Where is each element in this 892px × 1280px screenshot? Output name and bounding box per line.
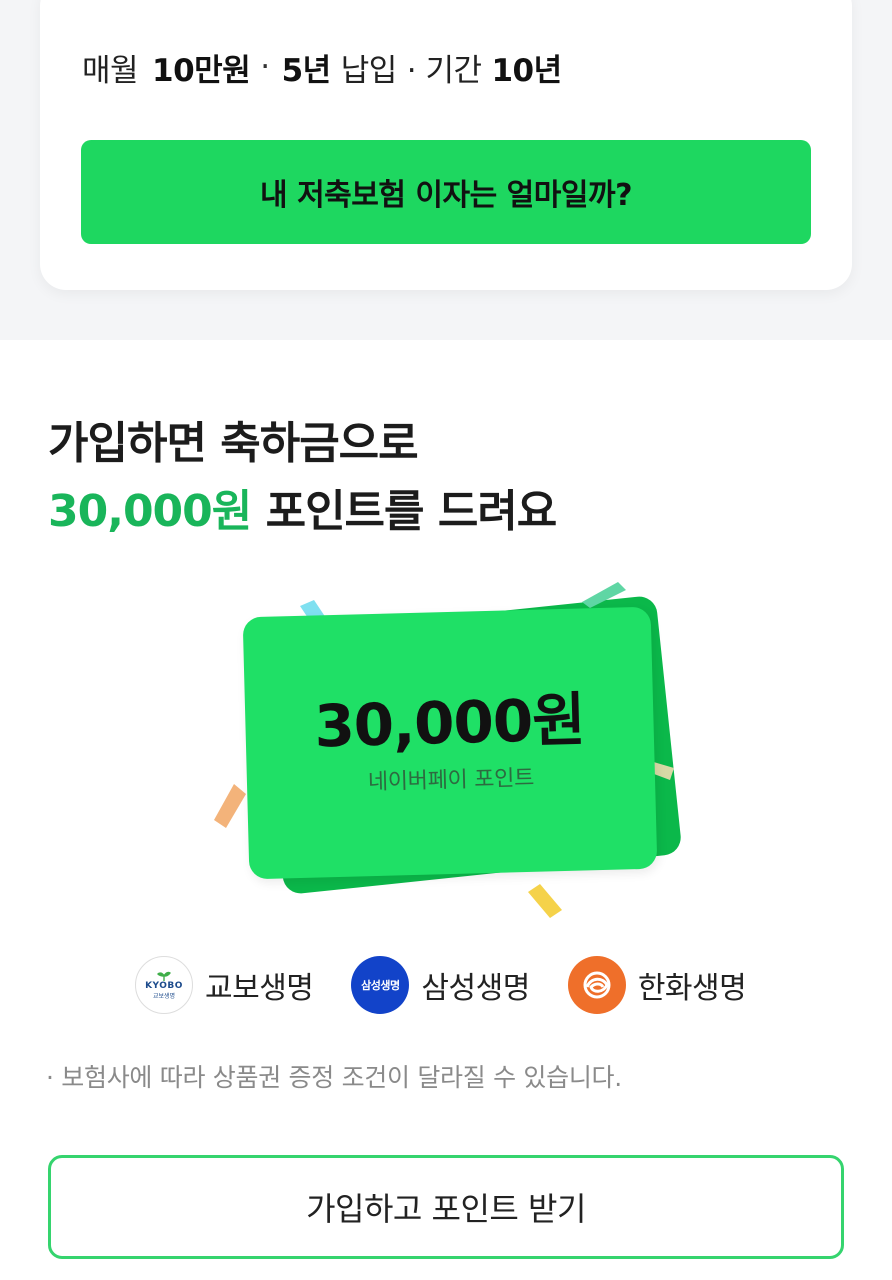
samsung-logo-text: 삼성생명 xyxy=(361,979,400,992)
pay-label: 납입 xyxy=(340,52,398,89)
headline-amount: 30,000원 xyxy=(48,486,252,537)
interest-calc-button[interactable]: 내 저축보험 이자는 얼마일까? xyxy=(81,140,811,244)
pay-years: 5년 xyxy=(281,52,332,89)
monthly-amount: 10만원 xyxy=(152,52,251,89)
insurer-name: 한화생명 xyxy=(637,971,747,1006)
sprout-icon xyxy=(157,971,171,981)
page-headline: 가입하면 축하금으로 30,000원 포인트를 드려요 xyxy=(48,410,558,546)
insurer-kyobo: KYOBO 교보생명 교보생명 xyxy=(135,956,314,1014)
plan-summary: 매월 10만원 · 5년 납입 · 기간 10년 xyxy=(82,44,562,90)
reward-card: 30,000원 네이버페이 포인트 xyxy=(242,606,658,880)
insurer-name: 삼성생명 xyxy=(421,971,530,1006)
insurer-list: KYOBO 교보생명 교보생명 삼성생명 삼성생명 한화생명 xyxy=(135,955,784,1015)
confetti-yellow-icon xyxy=(528,884,562,918)
headline-line2: 30,000원 포인트를 드려요 xyxy=(48,478,558,546)
insurer-name: 교보생명 xyxy=(205,971,314,1006)
separator-dot: · xyxy=(260,49,270,85)
headline-line2-rest: 포인트를 드려요 xyxy=(251,486,558,537)
kyobo-logo-text: KYOBO xyxy=(145,980,183,991)
gift-condition-notice: · 보험사에 따라 상품권 증정 조건이 달라질 수 있습니다. xyxy=(46,1063,622,1092)
kyobo-logo-sub: 교보생명 xyxy=(152,992,176,1000)
insurer-hanwha: 한화생명 xyxy=(567,956,747,1014)
join-and-get-points-button[interactable]: 가입하고 포인트 받기 xyxy=(48,1155,844,1259)
term-years: 10년 xyxy=(491,52,562,89)
term-label: · 기간 xyxy=(406,52,482,89)
reward-amount: 30,000원 xyxy=(313,685,586,761)
confetti-orange-icon xyxy=(214,784,246,828)
monthly-label: 매월 xyxy=(82,52,139,89)
kyobo-logo-icon: KYOBO 교보생명 xyxy=(135,956,193,1014)
insurer-samsung: 삼성생명 삼성생명 xyxy=(351,956,530,1014)
samsung-logo-icon: 삼성생명 xyxy=(351,956,410,1014)
headline-line1: 가입하면 축하금으로 xyxy=(48,418,419,469)
hanwha-logo-icon xyxy=(567,956,626,1014)
